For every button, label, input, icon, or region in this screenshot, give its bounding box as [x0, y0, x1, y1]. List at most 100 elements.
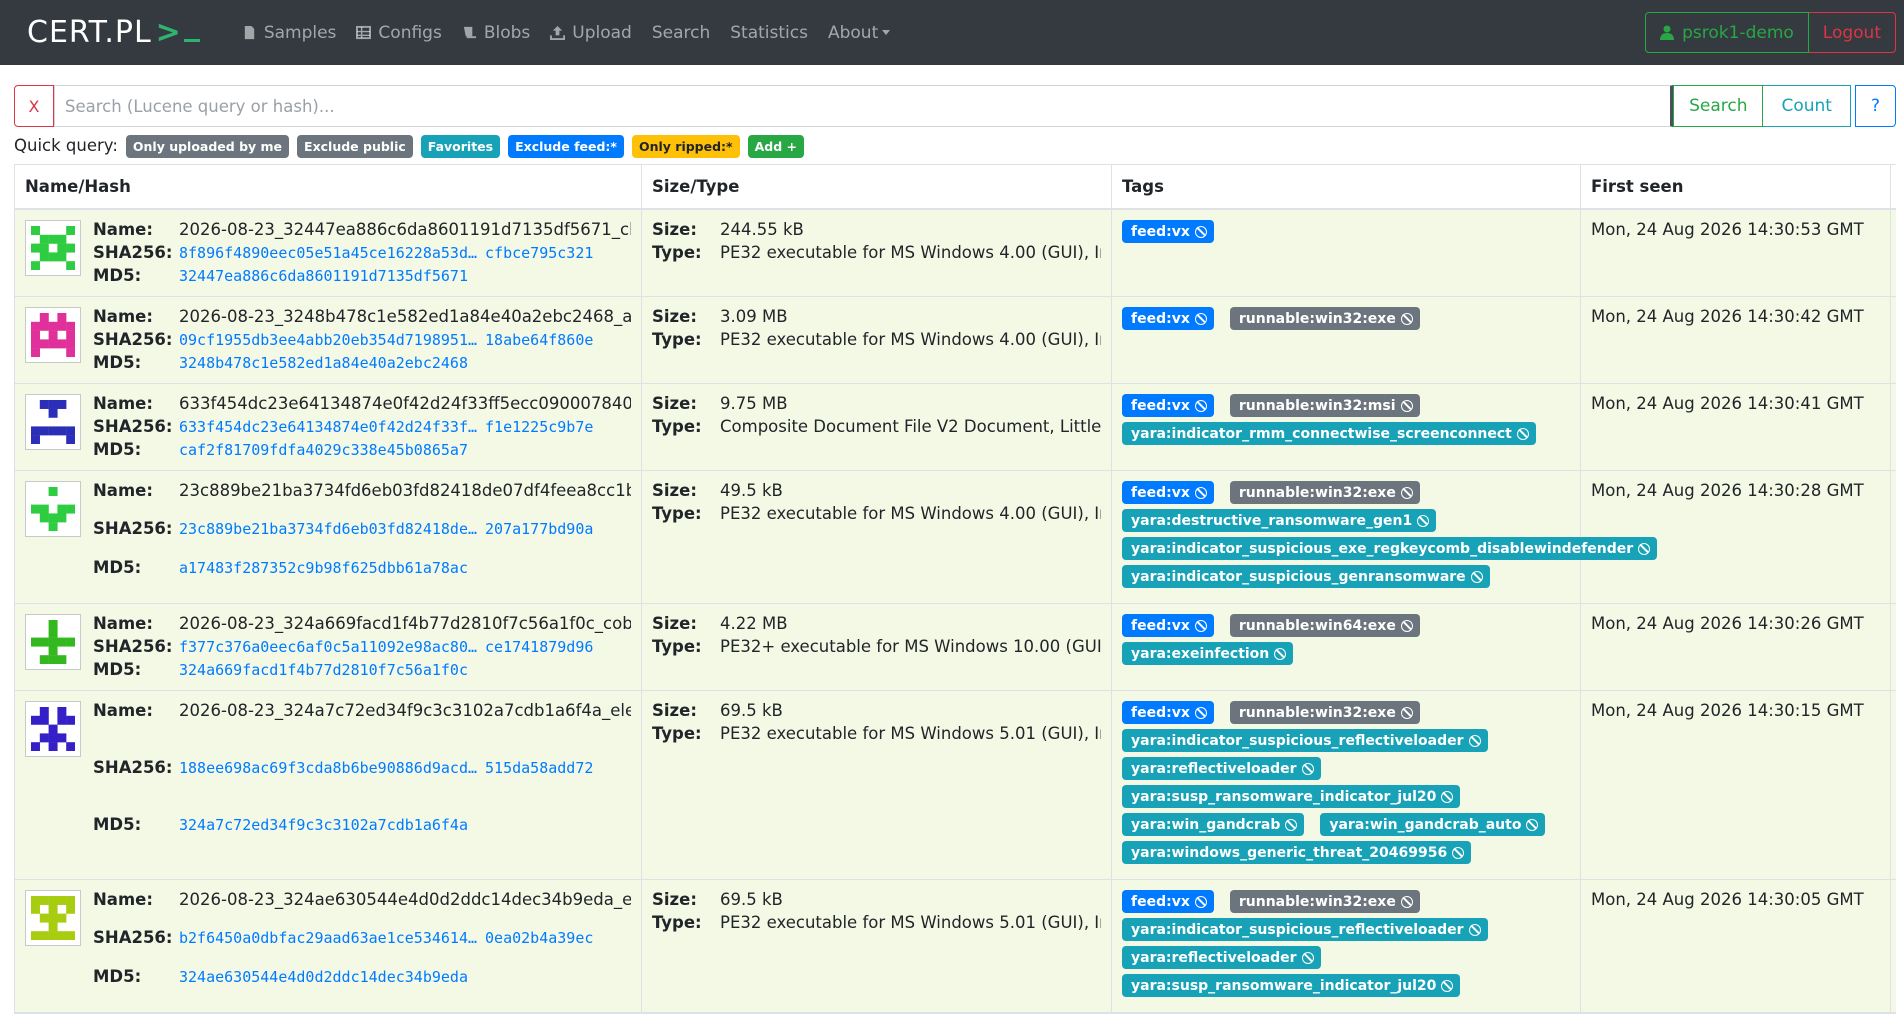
exclude-tag-icon[interactable] [1194, 312, 1207, 325]
exclude-tag-icon[interactable] [1526, 818, 1539, 831]
md5-link[interactable]: 3248b478c1e582ed1a84e40a2ebc2468 [179, 353, 631, 373]
exclude-tag-icon[interactable] [1441, 979, 1454, 992]
exclude-tag-icon[interactable] [1194, 619, 1207, 632]
search-input[interactable] [54, 85, 1674, 127]
exclude-tag-icon[interactable] [1470, 570, 1483, 583]
nav-configs[interactable]: Configs [356, 23, 442, 43]
clear-search-button[interactable]: X [14, 85, 54, 127]
count-button[interactable]: Count [1763, 85, 1851, 127]
nav-about-dropdown[interactable]: About [828, 23, 891, 43]
quick-query-badge[interactable]: Exclude public [297, 135, 413, 158]
tag-badge[interactable]: runnable:win32:exe [1229, 307, 1420, 330]
sha256-suffix-link[interactable]: 207a177bd90a [485, 520, 593, 538]
tag-badge[interactable]: runnable:win32:exe [1229, 701, 1420, 724]
search-button[interactable]: Search [1673, 85, 1764, 127]
exclude-tag-icon[interactable] [1400, 312, 1413, 325]
md5-link[interactable]: 324ae630544e4d0d2ddc14dec34b9eda [179, 967, 631, 1002]
exclude-tag-icon[interactable] [1400, 895, 1413, 908]
tag-badge[interactable]: yara:indicator_suspicious_genransomware [1122, 565, 1490, 588]
tag-badge[interactable]: yara:indicator_suspicious_reflectiveload… [1122, 729, 1488, 752]
tag-badge[interactable]: yara:destructive_ransomware_gen1 [1122, 509, 1437, 532]
exclude-tag-icon[interactable] [1194, 486, 1207, 499]
exclude-tag-icon[interactable] [1441, 790, 1454, 803]
quick-query-badge[interactable]: Only ripped:* [631, 135, 740, 158]
md5-link[interactable]: 324a669facd1f4b77d2810f7c56a1f0c [179, 660, 631, 680]
type-label: Type: [652, 243, 702, 262]
tag-badge[interactable]: yara:indicator_rmm_connectwise_screencon… [1122, 422, 1536, 445]
sha256-link[interactable]: f377c376a0eec6af0c5a11092e98ac80… [179, 638, 477, 656]
tag-badge[interactable]: feed:vx [1122, 701, 1214, 724]
tag-badge[interactable]: runnable:win64:exe [1229, 614, 1420, 637]
tag-badge[interactable]: feed:vx [1122, 614, 1214, 637]
tag-badge[interactable]: yara:indicator_suspicious_exe_regkeycomb… [1122, 537, 1658, 560]
sha256-suffix-link[interactable]: f1e1225c9b7e [485, 418, 593, 436]
exclude-tag-icon[interactable] [1638, 542, 1651, 555]
help-button[interactable]: ? [1854, 85, 1896, 127]
md5-label: MD5: [93, 266, 142, 285]
tag-badge[interactable]: yara:susp_ransomware_indicator_jul20 [1122, 974, 1461, 997]
exclude-tag-icon[interactable] [1400, 399, 1413, 412]
exclude-tag-icon[interactable] [1400, 619, 1413, 632]
tag-badge[interactable]: feed:vx [1122, 481, 1214, 504]
tag-badge[interactable]: yara:susp_ransomware_indicator_jul20 [1122, 785, 1461, 808]
tag-badge[interactable]: yara:reflectiveloader [1122, 757, 1321, 780]
exclude-tag-icon[interactable] [1274, 647, 1287, 660]
sha256-suffix-link[interactable]: 18abe64f860e [485, 331, 593, 349]
sha256-suffix-link[interactable]: 515da58add72 [485, 759, 593, 777]
exclude-tag-icon[interactable] [1301, 951, 1314, 964]
sha256-link[interactable]: 09cf1955db3ee4abb20eb354d7198951… [179, 331, 477, 349]
tag-badge[interactable]: runnable:win32:msi [1229, 394, 1420, 417]
quick-query-badge[interactable]: Add + [747, 135, 804, 158]
sha256-suffix-link[interactable]: 0ea02b4a39ec [485, 929, 593, 947]
sha256-link[interactable]: 188ee698ac69f3cda8b6be90886d9acd… [179, 759, 477, 777]
exclude-tag-icon[interactable] [1301, 762, 1314, 775]
md5-link[interactable]: 324a7c72ed34f9c3c3102a7cdb1a6f4a [179, 815, 631, 869]
exclude-tag-icon[interactable] [1194, 706, 1207, 719]
exclude-tag-icon[interactable] [1194, 895, 1207, 908]
tag-badge[interactable]: feed:vx [1122, 307, 1214, 330]
sha256-link[interactable]: 633f454dc23e64134874e0f42d24f33f… [179, 418, 477, 436]
sha256-link[interactable]: 23c889be21ba3734fd6eb03fd82418de… [179, 520, 477, 538]
nav-statistics[interactable]: Statistics [730, 23, 808, 43]
size-label: Size: [652, 614, 697, 633]
nav-search[interactable]: Search [652, 23, 710, 43]
logout-button[interactable]: Logout [1808, 12, 1896, 53]
tag-badge[interactable]: yara:indicator_suspicious_reflectiveload… [1122, 918, 1488, 941]
sha256-link[interactable]: 8f896f4890eec05e51a45ce16228a53d… [179, 244, 477, 262]
tag-badge[interactable]: yara:windows_generic_threat_20469956 [1122, 841, 1472, 864]
brand-logo[interactable]: CERT.PL > [27, 15, 200, 50]
nav-samples[interactable]: Samples [242, 23, 336, 43]
quick-query-badge[interactable]: Exclude feed:* [508, 135, 624, 158]
exclude-tag-icon[interactable] [1194, 399, 1207, 412]
exclude-tag-icon[interactable] [1285, 818, 1298, 831]
nav-blobs[interactable]: Blobs [462, 23, 530, 43]
exclude-tag-icon[interactable] [1516, 427, 1529, 440]
quick-query-badge[interactable]: Favorites [420, 135, 501, 158]
exclude-tag-icon[interactable] [1468, 734, 1481, 747]
exclude-tag-icon[interactable] [1194, 225, 1207, 238]
sha256-suffix-link[interactable]: ce1741879d96 [485, 638, 593, 656]
tag-badge[interactable]: yara:reflectiveloader [1122, 946, 1321, 969]
md5-link[interactable]: 32447ea886c6da8601191d7135df5671 [179, 266, 631, 286]
table-row: Name: 2026-08-23_32447ea886c6da8601191d7… [15, 210, 1896, 297]
sha256-suffix-link[interactable]: cfbce795c321 [485, 244, 593, 262]
quick-query-badge[interactable]: Only uploaded by me [125, 135, 290, 158]
exclude-tag-icon[interactable] [1417, 514, 1430, 527]
exclude-tag-icon[interactable] [1468, 923, 1481, 936]
tag-badge[interactable]: yara:exeinfection [1122, 642, 1294, 665]
tag-badge[interactable]: feed:vx [1122, 890, 1214, 913]
tag-badge[interactable]: feed:vx [1122, 394, 1214, 417]
exclude-tag-icon[interactable] [1452, 846, 1465, 859]
tag-badge[interactable]: yara:win_gandcrab [1122, 813, 1305, 836]
tag-badge[interactable]: runnable:win32:exe [1229, 890, 1420, 913]
md5-link[interactable]: a17483f287352c9b98f625dbb61a78ac [179, 558, 631, 593]
tag-badge[interactable]: feed:vx [1122, 220, 1214, 243]
exclude-tag-icon[interactable] [1400, 486, 1413, 499]
sha256-link[interactable]: b2f6450a0dbfac29aad63ae1ce534614… [179, 929, 477, 947]
tag-badge[interactable]: runnable:win32:exe [1229, 481, 1420, 504]
md5-link[interactable]: caf2f81709fdfa4029c338e45b0865a7 [179, 440, 631, 460]
user-profile-button[interactable]: psrok1-demo [1645, 12, 1809, 53]
tag-badge[interactable]: yara:win_gandcrab_auto [1320, 813, 1546, 836]
exclude-tag-icon[interactable] [1400, 706, 1413, 719]
nav-upload[interactable]: Upload [550, 23, 632, 43]
